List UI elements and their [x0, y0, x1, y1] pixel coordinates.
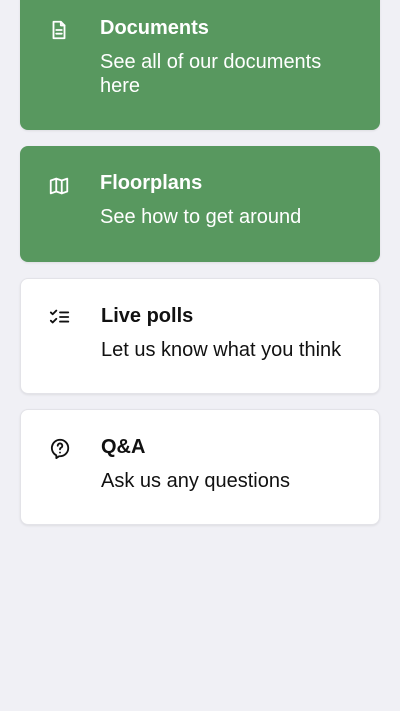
checklist-icon: [49, 306, 71, 328]
document-icon: [48, 19, 70, 41]
documents-title: Documents: [100, 17, 209, 39]
documents-subtitle: See all of our documents here: [100, 51, 322, 97]
live-polls-subtitle: Let us know what you think: [101, 339, 342, 361]
live-polls-title: Live polls: [101, 305, 194, 327]
floorplans-title: Floorplans: [100, 172, 203, 194]
question-bubble-icon: [49, 437, 71, 459]
menu-page: Documents See all of our documents here …: [0, 0, 400, 711]
documents-card[interactable]: Documents See all of our documents here: [20, 0, 380, 130]
floorplans-subtitle: See how to get around: [100, 206, 302, 228]
floorplans-card[interactable]: Floorplans See how to get around: [20, 146, 380, 262]
map-icon: [48, 175, 70, 197]
qa-subtitle: Ask us any questions: [101, 470, 290, 492]
live-polls-card[interactable]: Live polls Let us know what you think: [20, 278, 380, 394]
qa-title: Q&A: [101, 436, 146, 458]
qa-card[interactable]: Q&A Ask us any questions: [20, 409, 380, 525]
